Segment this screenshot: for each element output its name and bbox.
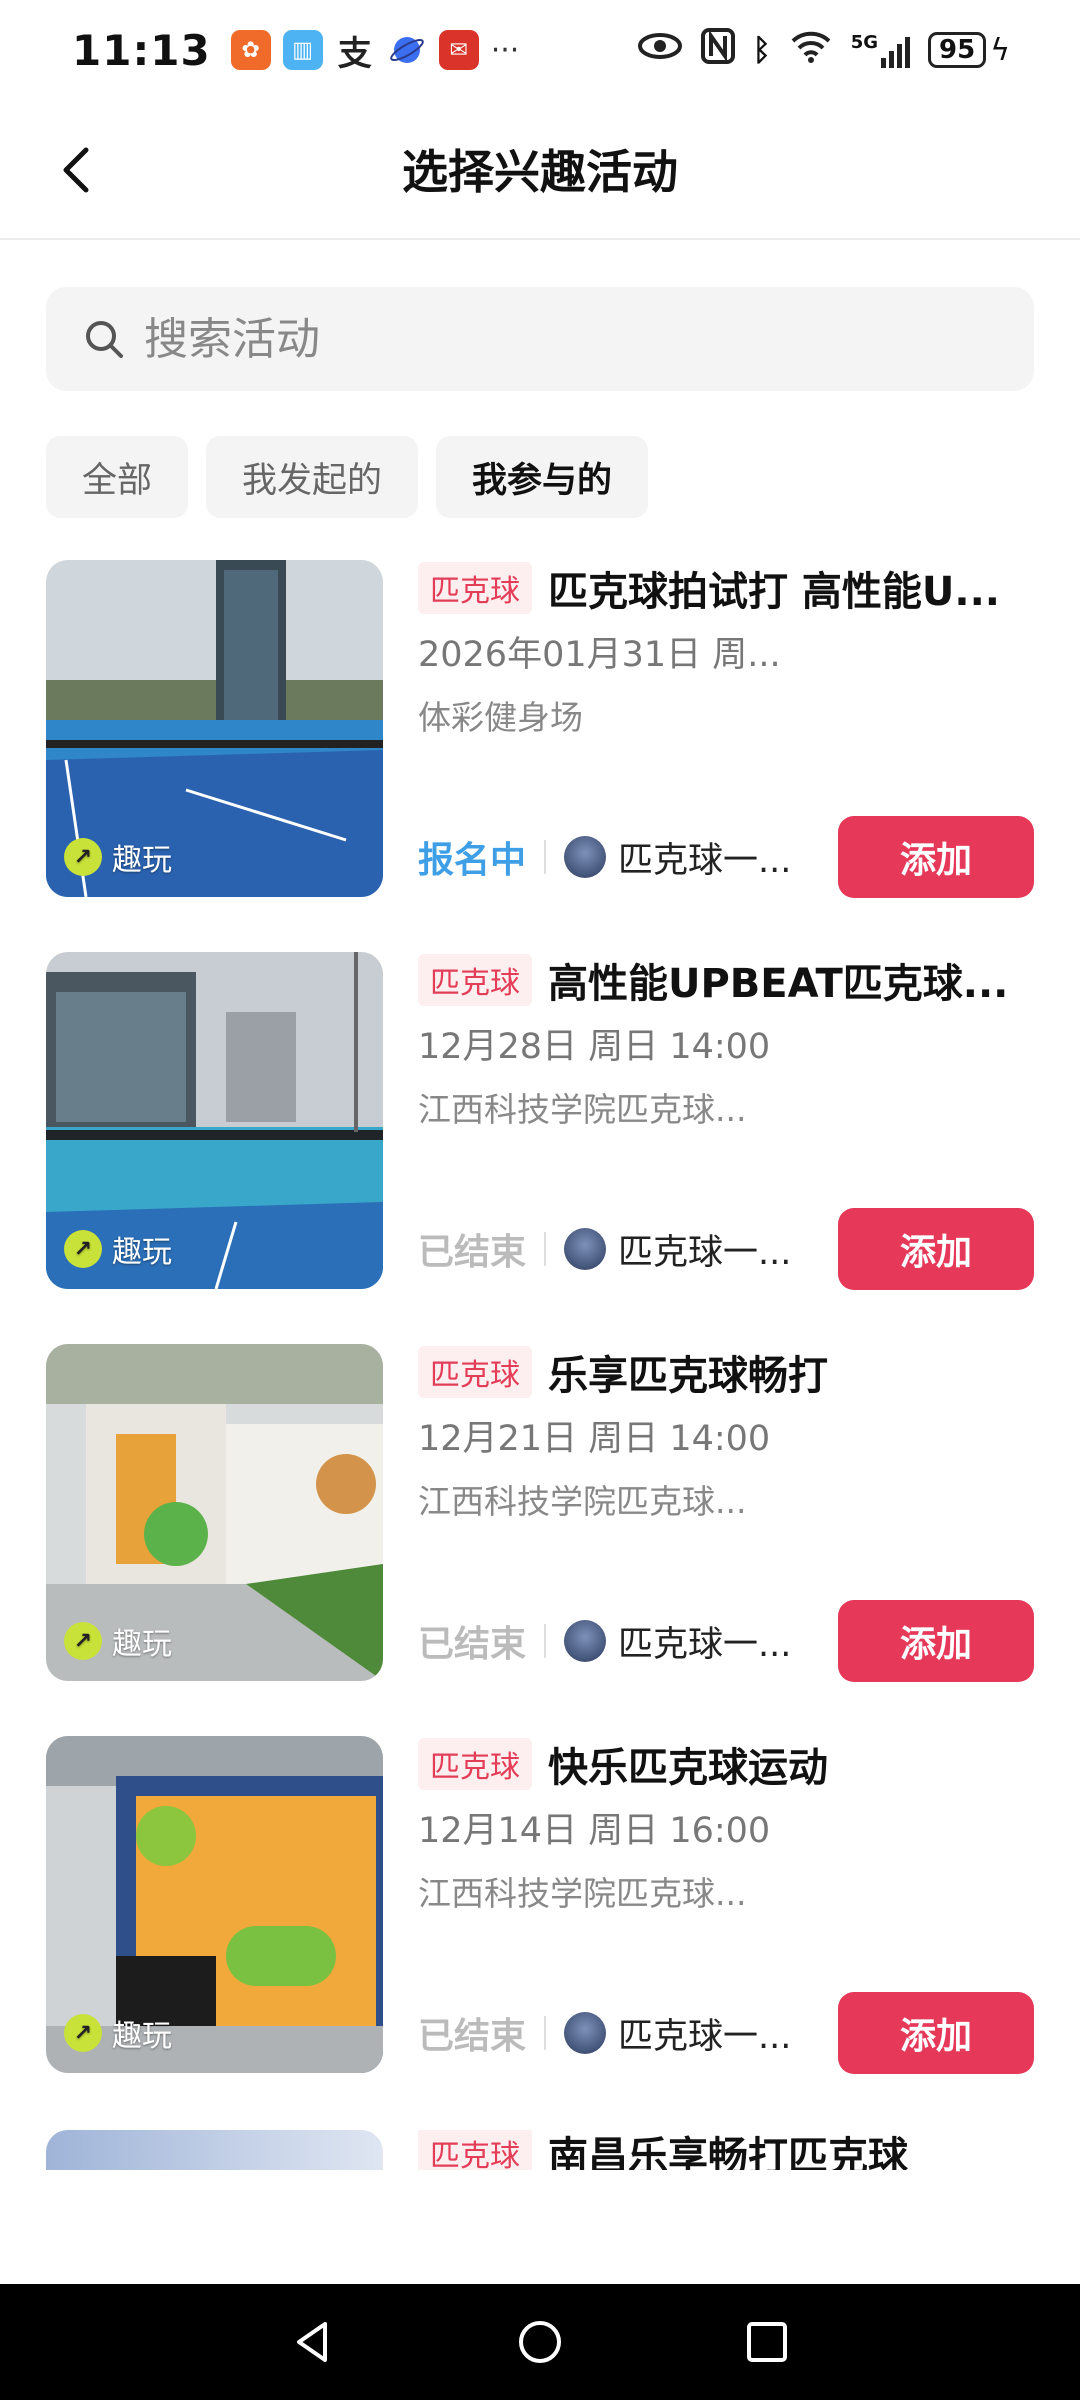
organizer: 匹克球一... [564, 1616, 791, 1667]
activity-date: 12月21日 周日 14:00 [418, 1419, 771, 1459]
activity-thumbnail: ↗ 趣玩 [46, 560, 383, 897]
activity-list: ↗ 趣玩 匹克球 匹克球拍试打 高性能U... 2026年01月31日 周... … [46, 560, 1034, 2128]
nfc-icon [700, 28, 735, 72]
divider [544, 1624, 547, 1658]
activity-venue: 体彩健身场 [418, 698, 583, 737]
activity-title: 匹克球拍试打 高性能U... [548, 569, 1000, 615]
bluetooth-icon: ᛒ [752, 32, 771, 68]
activity-item[interactable]: ↗ 趣玩 匹克球 高性能UPBEAT匹克球... 12月28日 周日 14:00 … [46, 952, 1034, 1344]
quwan-logo-icon: ↗ [64, 2014, 102, 2052]
divider [544, 840, 547, 874]
app-notification-icon: ✿ [230, 30, 271, 70]
nav-recents-icon[interactable] [743, 2318, 791, 2366]
source-badge: ↗ 趣玩 [64, 1227, 172, 1271]
divider [544, 2016, 547, 2050]
tab-joined[interactable]: 我参与的 [436, 436, 649, 518]
status-badge: 已结束 [418, 2016, 527, 2057]
organizer: 匹克球一... [564, 2008, 791, 2059]
add-button[interactable]: 添加 [838, 1600, 1034, 1682]
source-badge: ↗ 趣玩 [64, 1619, 172, 1663]
planet-app-icon [387, 30, 427, 70]
book-app-icon: ▥ [282, 30, 323, 70]
activity-thumbnail: ↗ 趣玩 [46, 1736, 383, 2073]
page-title: 选择兴趣活动 [402, 145, 678, 199]
page-header: 选择兴趣活动 [0, 100, 1080, 240]
nav-back-icon[interactable] [289, 2318, 337, 2366]
activity-title: 南昌乐享畅打匹克球 [548, 2134, 908, 2170]
activity-item[interactable]: ↗ 趣玩 匹克球 快乐匹克球运动 12月14日 周日 16:00 江西科技学院匹克… [46, 1736, 1034, 2128]
activity-item[interactable]: ↗ 趣玩 匹克球 乐享匹克球畅打 12月21日 周日 14:00 江西科技学院匹克… [46, 1344, 1034, 1736]
more-notifications-icon: ··· [490, 32, 520, 68]
avatar [564, 836, 607, 878]
activity-item[interactable]: ↗ 趣玩 匹克球 匹克球拍试打 高性能U... 2026年01月31日 周... … [46, 560, 1034, 952]
activity-item-partial[interactable]: 匹克球 南昌乐享畅打匹克球 [46, 2130, 1034, 2170]
activity-thumbnail: ↗ 趣玩 [46, 952, 383, 1289]
activity-date: 2026年01月31日 周... [418, 635, 781, 675]
category-tag: 匹克球 [418, 2130, 532, 2170]
status-badge: 已结束 [418, 1232, 527, 1273]
filter-tabs: 全部 我发起的 我参与的 [46, 436, 649, 518]
source-badge: ↗ 趣玩 [64, 835, 172, 879]
signal-icon: 5G [851, 32, 911, 68]
status-bar: 11:13 ✿ ▥ 支 ✉ ··· ᛒ 5G 95 ϟ [0, 0, 1080, 100]
clock: 11:13 [72, 25, 211, 75]
status-badge: 报名中 [418, 840, 527, 881]
avatar [564, 1228, 607, 1270]
status-badge: 已结束 [418, 1624, 527, 1665]
activity-venue: 江西科技学院匹克球... [418, 1874, 747, 1913]
back-arrow-icon[interactable] [52, 144, 104, 196]
search-icon [86, 321, 123, 358]
organizer: 匹克球一... [564, 832, 791, 883]
activity-title: 乐享匹克球畅打 [548, 1353, 828, 1399]
category-tag: 匹克球 [418, 1738, 532, 1790]
search-bar[interactable] [46, 287, 1034, 391]
activity-venue: 江西科技学院匹克球... [418, 1482, 747, 1521]
activity-date: 12月28日 周日 14:00 [418, 1027, 771, 1067]
organizer: 匹克球一... [564, 1224, 791, 1275]
activity-venue: 江西科技学院匹克球... [418, 1090, 747, 1129]
source-badge: ↗ 趣玩 [64, 2011, 172, 2055]
wifi-icon [789, 29, 833, 71]
avatar [564, 1620, 607, 1662]
search-input[interactable] [144, 313, 944, 365]
tab-initiated[interactable]: 我发起的 [206, 436, 419, 518]
divider [544, 1232, 547, 1266]
category-tag: 匹克球 [418, 562, 532, 614]
activity-title: 高性能UPBEAT匹克球... [548, 961, 1009, 1007]
activity-title: 快乐匹克球运动 [548, 1745, 828, 1791]
eye-icon [637, 31, 683, 69]
add-button[interactable]: 添加 [838, 816, 1034, 898]
category-tag: 匹克球 [418, 954, 532, 1006]
activity-thumbnail [46, 2130, 383, 2170]
alipay-icon: 支 [337, 33, 372, 74]
add-button[interactable]: 添加 [838, 1208, 1034, 1290]
nav-home-icon[interactable] [516, 2318, 564, 2366]
tab-all[interactable]: 全部 [46, 436, 189, 518]
category-tag: 匹克球 [418, 1346, 532, 1398]
add-button[interactable]: 添加 [838, 1992, 1034, 2074]
avatar [564, 2012, 607, 2054]
quwan-logo-icon: ↗ [64, 1622, 102, 1660]
system-nav-bar [0, 2284, 1080, 2400]
activity-date: 12月14日 周日 16:00 [418, 1811, 771, 1851]
activity-thumbnail: ↗ 趣玩 [46, 1344, 383, 1681]
battery-icon: 95 ϟ [928, 32, 1010, 68]
quwan-logo-icon: ↗ [64, 1230, 102, 1268]
quwan-logo-icon: ↗ [64, 838, 102, 876]
red-app-icon: ✉ [438, 30, 479, 70]
